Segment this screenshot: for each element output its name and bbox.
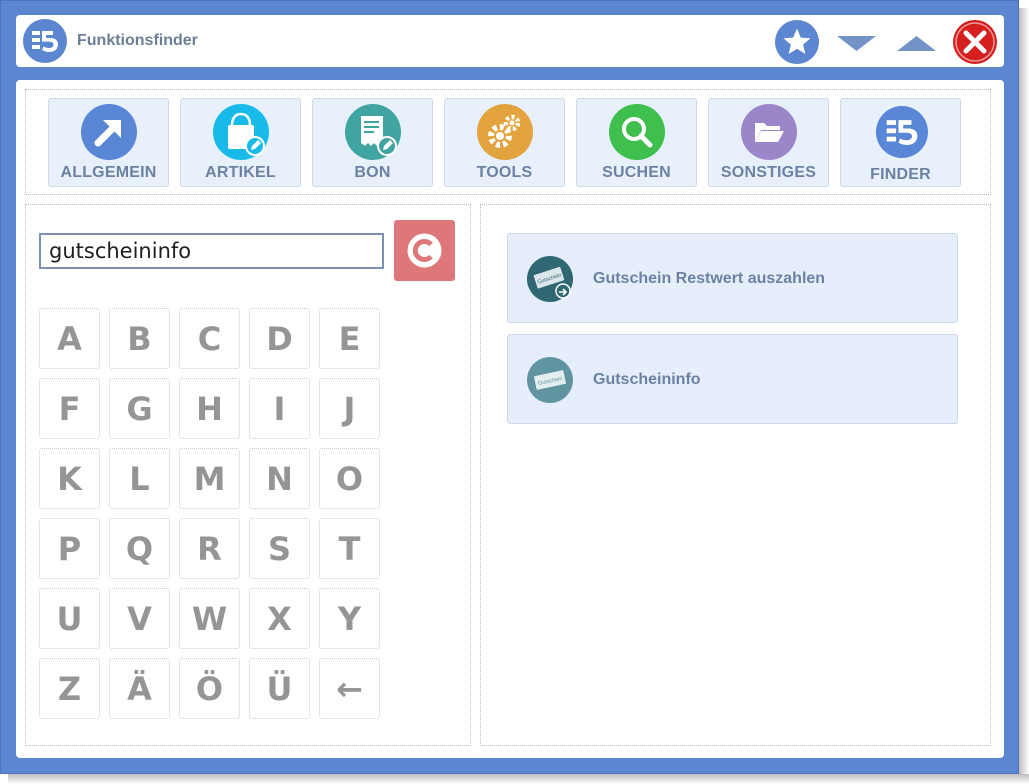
category-nav: ALLGEMEIN ARTIKEL BON TOOLS SUCHEN SONST… [25, 89, 991, 195]
window-shadow-right [1019, 8, 1029, 784]
nav-label: SONSTIGES [720, 164, 817, 181]
backspace-key[interactable]: ← [319, 658, 380, 719]
nav-bon[interactable]: BON [312, 98, 433, 187]
maximize-button[interactable] [894, 19, 940, 65]
key-g[interactable]: G [109, 378, 170, 439]
key-d[interactable]: D [249, 308, 310, 369]
key-i[interactable]: I [249, 378, 310, 439]
nav-suchen[interactable]: SUCHEN [576, 98, 697, 187]
key-z[interactable]: Z [39, 658, 100, 719]
key-j[interactable]: J [319, 378, 380, 439]
triangle-up-icon [897, 36, 936, 51]
search-input[interactable]: gutscheininfo [39, 233, 384, 269]
key-u[interactable]: U [39, 588, 100, 649]
key-w[interactable]: W [179, 588, 240, 649]
key-b[interactable]: B [109, 308, 170, 369]
title-bar: Funktionsfinder [16, 15, 1004, 67]
favorite-button[interactable] [774, 19, 820, 65]
receipt-edit-icon [345, 104, 401, 160]
window-title: Funktionsfinder [77, 32, 198, 49]
key-n[interactable]: N [249, 448, 310, 509]
arrow-up-right-icon [81, 104, 137, 160]
key-o[interactable]: O [319, 448, 380, 509]
clear-c-icon [407, 233, 442, 268]
finder-logo-icon [876, 106, 928, 158]
window-shadow-bottom [8, 774, 1029, 784]
clear-button[interactable] [394, 220, 455, 281]
nav-label: FINDER [870, 166, 931, 183]
nav-finder[interactable]: FINDER [840, 98, 961, 187]
gears-icon [477, 104, 533, 160]
nav-label: TOOLS [476, 164, 533, 181]
key-p[interactable]: P [39, 518, 100, 579]
key-a[interactable]: A [39, 308, 100, 369]
key-r[interactable]: R [179, 518, 240, 579]
shopping-bag-edit-icon [213, 104, 269, 160]
triangle-down-icon [837, 36, 876, 51]
result-label: Gutscheininfo [593, 371, 701, 388]
search-panel: gutscheininfo A B C D E F G H I J K L M … [25, 204, 471, 746]
close-button[interactable] [952, 19, 998, 65]
key-m[interactable]: M [179, 448, 240, 509]
voucher-info-icon: Gutschein [527, 357, 573, 403]
key-f[interactable]: F [39, 378, 100, 439]
magnifier-icon [609, 104, 665, 160]
results-panel: Gutschein Gutschein Restwert auszahlen G… [480, 204, 991, 746]
key-oe[interactable]: Ö [179, 658, 240, 719]
key-l[interactable]: L [109, 448, 170, 509]
key-ae[interactable]: Ä [109, 658, 170, 719]
key-h[interactable]: H [179, 378, 240, 439]
star-icon [775, 20, 819, 64]
nav-allgemein[interactable]: ALLGEMEIN [48, 98, 169, 187]
result-label: Gutschein Restwert auszahlen [593, 270, 826, 287]
app-logo-icon [23, 19, 67, 63]
key-s[interactable]: S [249, 518, 310, 579]
key-y[interactable]: Y [319, 588, 380, 649]
close-x-icon [953, 20, 997, 64]
nav-label: SUCHEN [602, 164, 671, 181]
key-k[interactable]: K [39, 448, 100, 509]
nav-artikel[interactable]: ARTIKEL [180, 98, 301, 187]
nav-sonstiges[interactable]: SONSTIGES [708, 98, 829, 187]
nav-label: ARTIKEL [205, 164, 276, 181]
nav-tools[interactable]: TOOLS [444, 98, 565, 187]
key-q[interactable]: Q [109, 518, 170, 579]
main-content: ALLGEMEIN ARTIKEL BON TOOLS SUCHEN SONST… [16, 80, 1004, 758]
result-gutscheininfo[interactable]: Gutschein Gutscheininfo [507, 334, 958, 424]
voucher-payout-icon: Gutschein [527, 256, 573, 302]
key-t[interactable]: T [319, 518, 380, 579]
key-c[interactable]: C [179, 308, 240, 369]
app-window: Funktionsfinder ALLGEMEIN ARTIKEL BON TO… [0, 0, 1019, 774]
folder-icon [741, 104, 797, 160]
result-gutschein-restwert[interactable]: Gutschein Gutschein Restwert auszahlen [507, 233, 958, 323]
letter-keypad: A B C D E F G H I J K L M N O P Q R S T [39, 308, 391, 723]
key-e[interactable]: E [319, 308, 380, 369]
key-v[interactable]: V [109, 588, 170, 649]
nav-label: ALLGEMEIN [60, 164, 157, 181]
key-x[interactable]: X [249, 588, 310, 649]
key-ue[interactable]: Ü [249, 658, 310, 719]
minimize-button[interactable] [834, 19, 880, 65]
nav-label: BON [354, 164, 391, 181]
